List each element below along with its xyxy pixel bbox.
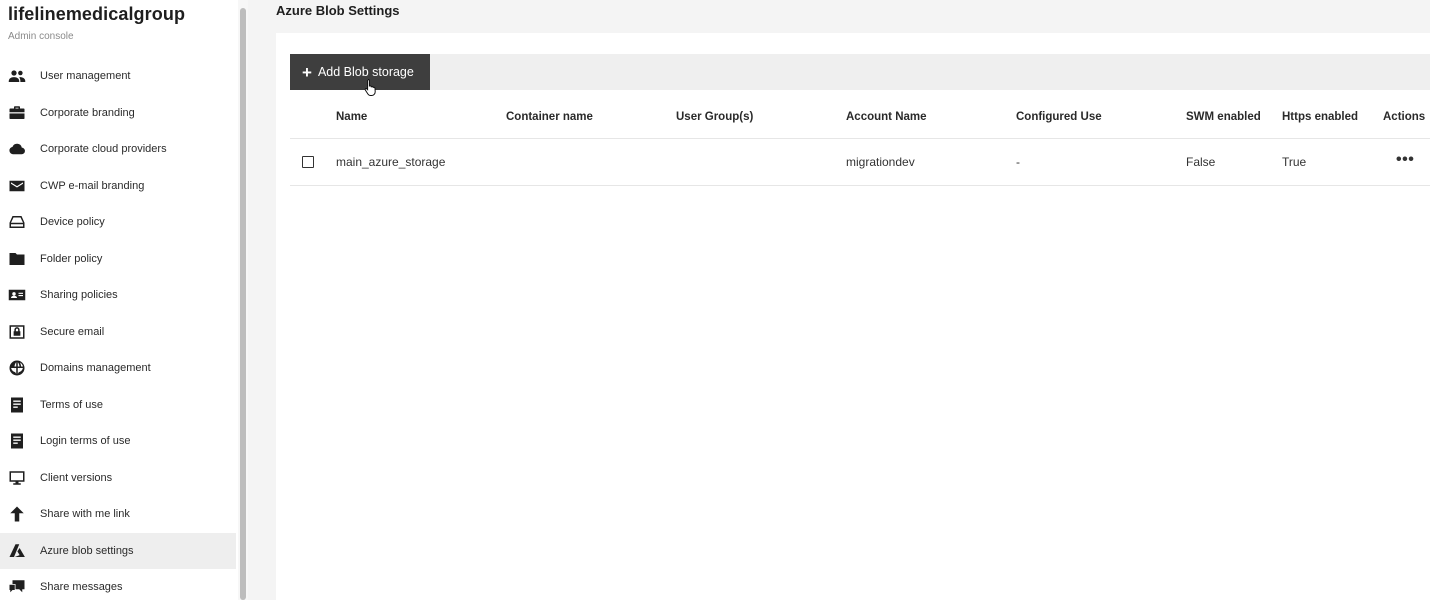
sidebar-item-label: CWP e-mail branding (40, 179, 145, 192)
sidebar-item-corporate-cloud-providers[interactable]: Corporate cloud providers (0, 131, 236, 168)
add-blob-storage-button[interactable]: + Add Blob storage (290, 54, 430, 90)
sidebar: lifelinemedicalgroup Admin console User … (0, 0, 238, 600)
envelope-icon (8, 177, 26, 195)
blob-settings-card: + Add Blob storage Name Container name U… (276, 33, 1430, 600)
contact-card-icon (8, 286, 26, 304)
sidebar-item-label: Azure blob settings (40, 544, 134, 557)
cell-configured-use: - (1016, 155, 1020, 169)
globe-icon (8, 359, 26, 377)
brand: lifelinemedicalgroup Admin console (8, 4, 185, 42)
arrow-up-icon (8, 505, 26, 523)
sidebar-item-cwp-email-branding[interactable]: CWP e-mail branding (0, 168, 236, 205)
brand-title: lifelinemedicalgroup (8, 4, 186, 24)
app-window: lifelinemedicalgroup Admin console User … (0, 0, 1430, 600)
column-header-swm-enabled[interactable]: SWM enabled (1186, 111, 1261, 123)
folder-icon (8, 250, 26, 268)
sidebar-item-login-terms-of-use[interactable]: Login terms of use (0, 423, 236, 460)
column-header-configured-use[interactable]: Configured Use (1016, 111, 1102, 123)
azure-icon (8, 542, 26, 560)
sidebar-item-label: Sharing policies (40, 289, 118, 302)
sidebar-scrollbar-thumb[interactable] (240, 8, 246, 600)
table-row[interactable]: main_azure_storage migrationdev - False … (290, 140, 1430, 186)
cloud-icon (8, 140, 26, 158)
drive-icon (8, 213, 26, 231)
sidebar-item-share-with-me-link[interactable]: Share with me link (0, 496, 236, 533)
main-content: Azure Blob Settings + Add Blob storage N… (248, 0, 1430, 600)
sidebar-item-secure-email[interactable]: Secure email (0, 314, 236, 351)
sidebar-nav: User management Corporate branding Corpo… (0, 58, 236, 600)
sidebar-item-label: Corporate branding (40, 106, 135, 119)
sidebar-item-label: Terms of use (40, 398, 103, 411)
document-icon (8, 432, 26, 450)
sidebar-item-label: Share with me link (40, 508, 130, 521)
sidebar-item-azure-blob-settings[interactable]: Azure blob settings (0, 532, 236, 569)
add-blob-storage-label: Add Blob storage (317, 65, 414, 79)
column-header-container-name[interactable]: Container name (506, 111, 593, 123)
brand-subtitle: Admin console (8, 31, 74, 42)
cell-account-name: migrationdev (846, 155, 915, 169)
sidebar-item-label: Device policy (40, 216, 105, 229)
column-header-account-name[interactable]: Account Name (846, 111, 927, 123)
more-horizontal-icon[interactable]: ••• (1396, 151, 1414, 169)
cell-name: main_azure_storage (336, 155, 446, 169)
page-title: Azure Blob Settings (276, 3, 400, 18)
monitor-icon (8, 469, 26, 487)
column-header-name[interactable]: Name (336, 111, 367, 123)
mouse-pointer-icon (364, 79, 376, 96)
sidebar-item-sharing-policies[interactable]: Sharing policies (0, 277, 236, 314)
document-icon (8, 396, 26, 414)
column-header-https-enabled[interactable]: Https enabled (1282, 111, 1358, 123)
plus-icon: + (302, 62, 312, 82)
row-select-checkbox[interactable] (302, 156, 314, 168)
column-header-user-groups[interactable]: User Group(s) (676, 111, 753, 123)
table-toolbar: + Add Blob storage (290, 54, 1430, 90)
sidebar-item-label: Corporate cloud providers (40, 143, 167, 156)
sidebar-item-label: Folder policy (40, 252, 103, 265)
chat-icon (8, 578, 26, 596)
sidebar-item-label: User management (40, 70, 131, 83)
sidebar-item-label: Secure email (40, 325, 105, 338)
users-icon (8, 67, 26, 85)
sidebar-item-label: Share messages (40, 581, 123, 594)
sidebar-item-folder-policy[interactable]: Folder policy (0, 241, 236, 278)
cell-https-enabled: True (1282, 155, 1307, 169)
sidebar-item-device-policy[interactable]: Device policy (0, 204, 236, 241)
sidebar-item-label: Login terms of use (40, 435, 131, 448)
briefcase-icon (8, 104, 26, 122)
sidebar-item-terms-of-use[interactable]: Terms of use (0, 387, 236, 424)
sidebar-item-share-messages[interactable]: Share messages (0, 569, 236, 600)
sidebar-item-corporate-branding[interactable]: Corporate branding (0, 95, 236, 132)
sidebar-item-label: Domains management (40, 362, 151, 375)
sidebar-item-client-versions[interactable]: Client versions (0, 460, 236, 497)
sidebar-item-user-management[interactable]: User management (0, 58, 236, 95)
table-header: Name Container name User Group(s) Accoun… (290, 97, 1430, 139)
sidebar-item-label: Client versions (40, 471, 113, 484)
cell-swm-enabled: False (1186, 155, 1216, 169)
column-header-actions: Actions (1383, 111, 1426, 123)
secure-mail-icon (8, 323, 26, 341)
sidebar-item-domains-management[interactable]: Domains management (0, 350, 236, 387)
